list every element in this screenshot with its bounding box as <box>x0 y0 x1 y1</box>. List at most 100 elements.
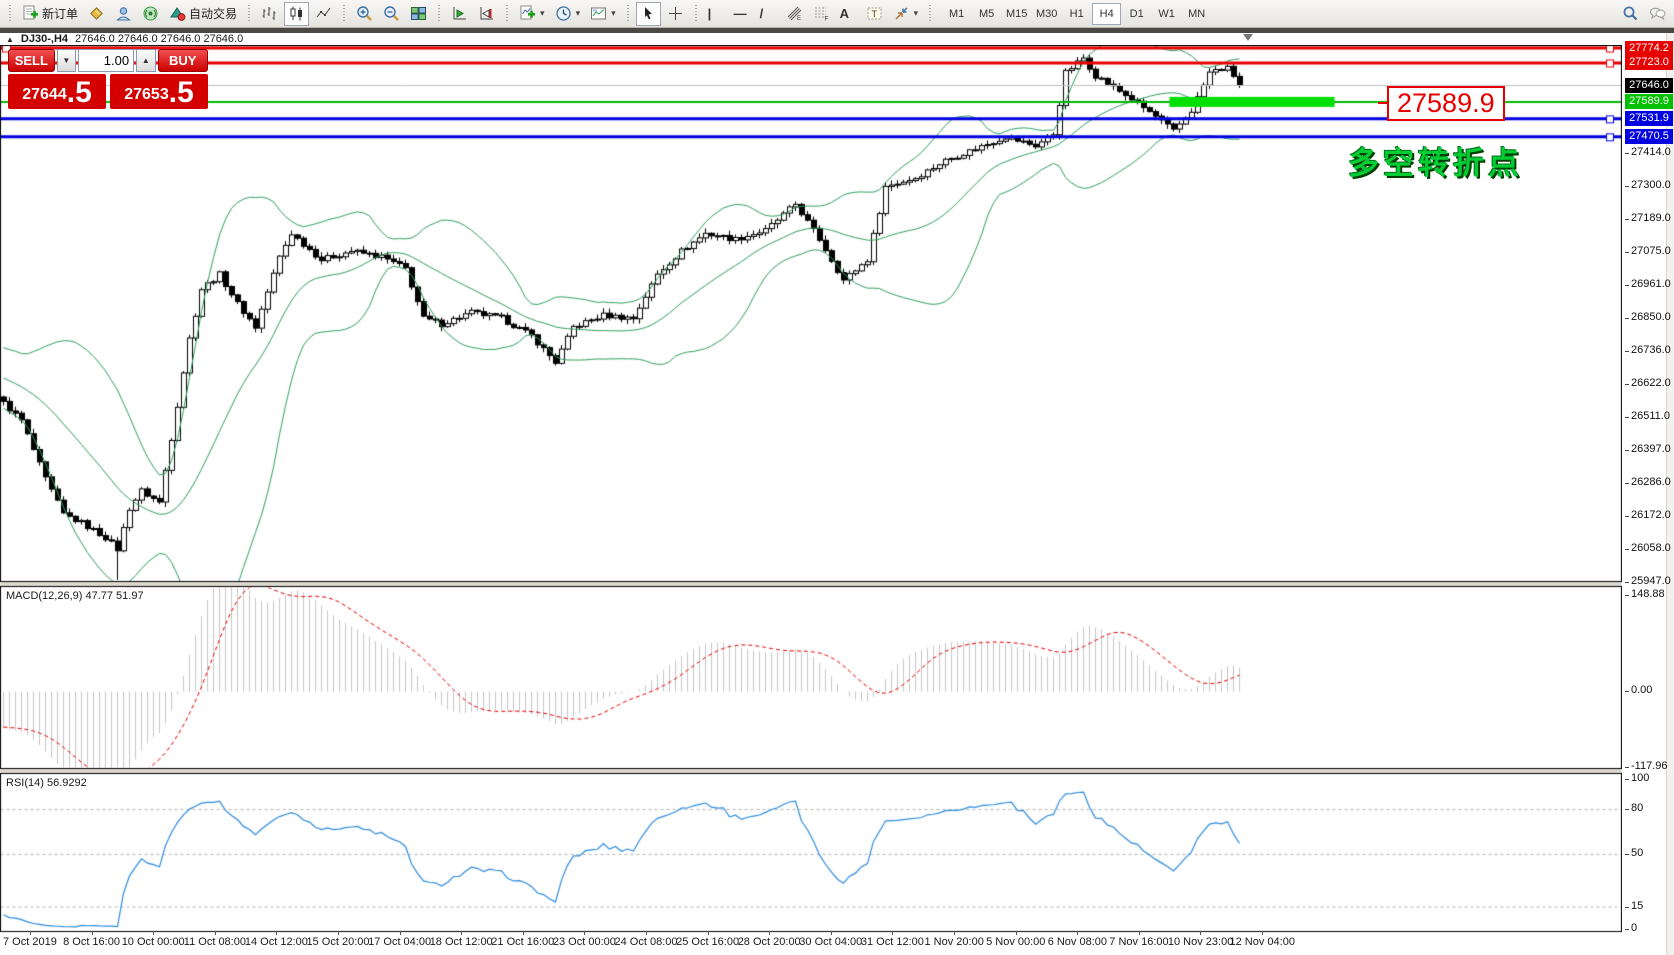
equidistant-channel-button[interactable]: E <box>782 2 807 26</box>
chart-shift-icon <box>478 5 495 22</box>
timeframe-MN[interactable]: MN <box>1182 3 1211 25</box>
horizontal-line-button[interactable]: — <box>730 2 754 26</box>
candlestick-icon <box>288 5 305 22</box>
price-axis-tick: 25947.0 <box>1631 575 1671 587</box>
macd-axis-tick: -117.96 <box>1631 760 1668 772</box>
toolbar: 新订单 自动交易 <box>0 0 1674 28</box>
volume-decrease-button[interactable]: ▼ <box>57 49 76 72</box>
toolbar-grip[interactable] <box>7 5 13 23</box>
price-axis-tick: 26058.0 <box>1631 542 1671 554</box>
time-axis-label: 28 Oct 20:00 <box>738 936 801 948</box>
zoom-in-button[interactable] <box>352 2 377 26</box>
toolbar-grip[interactable] <box>436 5 442 23</box>
vertical-line-button[interactable]: | <box>704 2 728 26</box>
indicators-button[interactable]: ▾ <box>515 2 549 26</box>
shapes-button[interactable]: ▾ <box>889 2 923 26</box>
candlestick-chart-button[interactable] <box>284 2 309 26</box>
sell-button[interactable]: SELL <box>8 49 55 72</box>
fibonacci-button[interactable]: F <box>809 2 834 26</box>
zoom-in-icon <box>356 5 373 22</box>
text-annotation[interactable]: 多空转折点 <box>1348 138 1523 183</box>
timeframe-M30[interactable]: M30 <box>1032 3 1061 25</box>
macd-axis-tick: 0.00 <box>1631 684 1652 696</box>
auto-scroll-button[interactable] <box>447 2 472 26</box>
chart-shift-marker[interactable] <box>1243 34 1253 41</box>
rsi-axis-tick: 15 <box>1631 900 1643 912</box>
signal-icon <box>142 5 159 22</box>
fibonacci-icon: F <box>813 5 830 22</box>
bar-chart-button[interactable] <box>257 2 282 26</box>
zoom-out-icon <box>383 5 400 22</box>
price-axis-tick: 26397.0 <box>1631 443 1671 455</box>
price-callout-box[interactable]: 27589.9 <box>1387 86 1505 121</box>
time-axis-label: 7 Oct 2019 <box>3 936 57 948</box>
timeframe-H1[interactable]: H1 <box>1062 3 1091 25</box>
time-axis-label: 21 Oct 16:00 <box>491 936 554 948</box>
price-axis-tick: 27075.0 <box>1631 245 1671 257</box>
time-axis-label: 24 Oct 08:00 <box>615 936 678 948</box>
periods-button[interactable]: ▾ <box>551 2 585 26</box>
price-axis-tick: 26736.0 <box>1631 344 1671 356</box>
price-axis-tick: 27414.0 <box>1631 146 1671 158</box>
time-axis-label: 1 Nov 20:00 <box>925 936 984 948</box>
time-axis-label: 30 Oct 04:00 <box>799 936 862 948</box>
cursor-button[interactable] <box>636 2 661 26</box>
tile-windows-button[interactable] <box>406 2 431 26</box>
profile-button[interactable] <box>111 2 136 26</box>
text-label-button[interactable]: T <box>862 2 887 26</box>
time-axis-label: 14 Oct 12:00 <box>245 936 308 948</box>
volume-input[interactable] <box>78 49 134 72</box>
trendline-button[interactable]: / <box>756 2 780 26</box>
sell-price-display[interactable]: 27644 .5 <box>8 74 106 109</box>
market-button[interactable] <box>84 2 109 26</box>
toolbar-grip[interactable] <box>927 5 933 23</box>
timeframe-D1[interactable]: D1 <box>1122 3 1151 25</box>
timeframe-M1[interactable]: M1 <box>942 3 971 25</box>
vertical-line-icon: | <box>708 6 712 21</box>
timeframe-W1[interactable]: W1 <box>1152 3 1181 25</box>
line-chart-button[interactable] <box>311 2 336 26</box>
volume-increase-button[interactable]: ▲ <box>136 49 155 72</box>
channel-icon: E <box>786 5 803 22</box>
horizontal-line-icon: — <box>734 6 747 21</box>
price-axis-tick: 27189.0 <box>1631 212 1671 224</box>
one-click-trading-panel: SELL ▼ ▲ BUY 27644 .5 27653 .5 <box>8 49 208 109</box>
signals-button[interactable] <box>138 2 163 26</box>
buy-price-pip: .5 <box>169 78 194 108</box>
chart-shift-button[interactable] <box>474 2 499 26</box>
templates-button[interactable]: ▾ <box>586 2 620 26</box>
new-order-button[interactable]: 新订单 <box>18 2 82 26</box>
dropdown-arrow-icon: ▾ <box>576 8 581 19</box>
timeframe-H4[interactable]: H4 <box>1092 3 1121 25</box>
auto-trading-button[interactable]: 自动交易 <box>165 2 241 26</box>
toolbar-grip[interactable] <box>693 5 699 23</box>
timeframe-bar: M1M5M15M30H1H4D1W1MN <box>942 3 1211 25</box>
toolbar-grip[interactable] <box>341 5 347 23</box>
chat-button[interactable] <box>1645 2 1670 26</box>
profile-icon <box>115 5 132 22</box>
time-axis-label: 31 Oct 12:00 <box>861 936 924 948</box>
time-axis-label: 15 Oct 20:00 <box>307 936 370 948</box>
toolbar-grip[interactable] <box>246 5 252 23</box>
collapse-triangle-icon[interactable]: ▲ <box>6 35 14 44</box>
search-button[interactable] <box>1618 2 1643 26</box>
buy-price-main: 27653 <box>124 82 169 108</box>
buy-button[interactable]: BUY <box>158 49 208 72</box>
zoom-out-button[interactable] <box>379 2 404 26</box>
text-button[interactable]: A <box>836 2 860 26</box>
toolbar-grip[interactable] <box>625 5 631 23</box>
buy-price-display[interactable]: 27653 .5 <box>110 74 208 109</box>
toolbar-grip[interactable] <box>504 5 510 23</box>
crosshair-icon <box>667 5 684 22</box>
timeframe-M5[interactable]: M5 <box>972 3 1001 25</box>
time-axis-label: 12 Nov 04:00 <box>1230 936 1295 948</box>
crosshair-button[interactable] <box>663 2 688 26</box>
sell-price-pip: .5 <box>67 78 92 108</box>
auto-trading-label: 自动交易 <box>189 5 237 22</box>
time-axis-label: 10 Nov 23:00 <box>1168 936 1233 948</box>
timeframe-M15[interactable]: M15 <box>1002 3 1031 25</box>
dropdown-arrow-icon: ▾ <box>914 8 919 19</box>
time-axis-label: 23 Oct 00:00 <box>553 936 616 948</box>
svg-text:F: F <box>824 16 828 23</box>
time-axis-label: 11 Oct 08:00 <box>184 936 246 948</box>
